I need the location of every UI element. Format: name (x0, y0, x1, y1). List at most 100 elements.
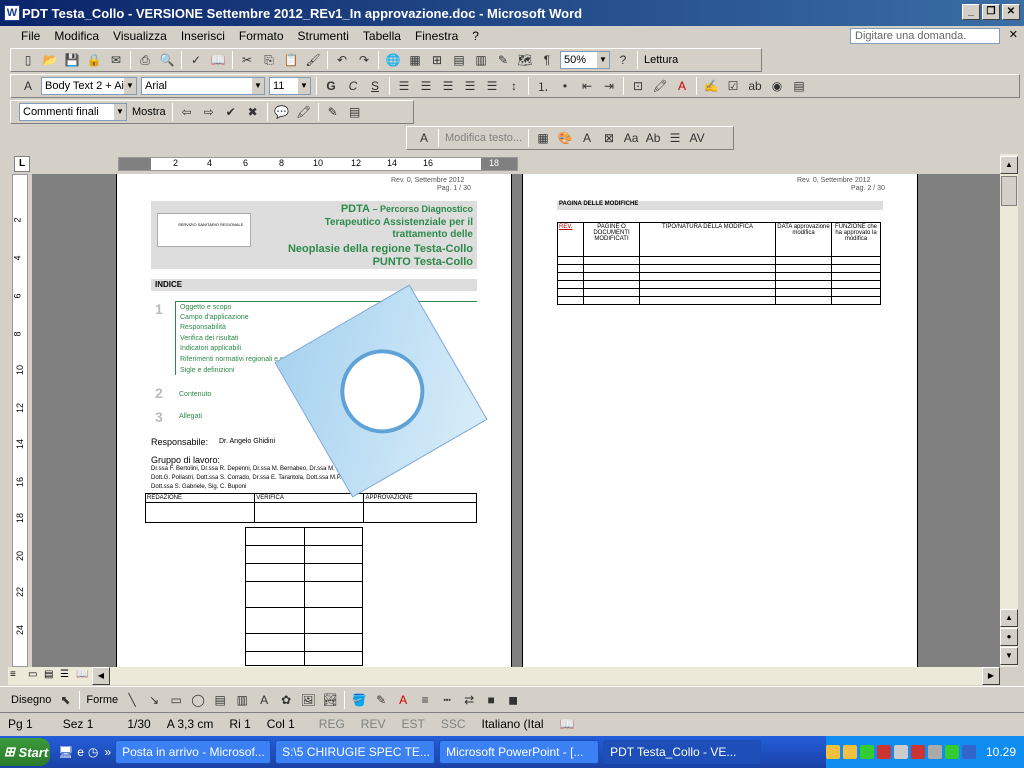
toc-item[interactable]: Oggetto e scopo (180, 304, 231, 311)
highlight-review-icon[interactable]: 🖍 (294, 102, 314, 122)
tray-volume-icon[interactable] (927, 745, 942, 759)
vertical-scrollbar[interactable]: ▲ ▲ ● ▼ (1000, 154, 1018, 667)
align-center-icon[interactable]: ☰ (416, 76, 436, 96)
autoshapes-menu[interactable]: Forme (86, 694, 118, 706)
close-button[interactable]: ✕ (1002, 4, 1020, 20)
tray-network-icon[interactable] (944, 745, 959, 759)
toc-item[interactable]: Indicatori applicabili (180, 345, 241, 352)
style-select[interactable]: Body Text 2 + Ai ▼ (41, 77, 137, 95)
char-spacing-icon[interactable]: AV (687, 128, 707, 148)
menu-finestra[interactable]: Finestra (408, 29, 465, 43)
toc-item[interactable]: Campo d'applicazione (180, 314, 249, 321)
menu-visualizza[interactable]: Visualizza (106, 29, 174, 43)
task-word[interactable]: PDT Testa_Collo - VE... (603, 740, 762, 764)
font-color-icon[interactable]: A (672, 76, 692, 96)
reading-layout-button[interactable]: Lettura (644, 54, 678, 66)
close-doc-icon[interactable]: ✕ (1009, 28, 1018, 41)
menu-help[interactable]: ? (465, 29, 486, 43)
scroll-left-button[interactable]: ◀ (92, 667, 110, 685)
diagram-icon[interactable]: ✿ (276, 690, 296, 710)
status-record[interactable]: REG (303, 717, 353, 731)
line-spacing-icon[interactable]: ↕ (504, 76, 524, 96)
font-select[interactable]: Arial ▼ (141, 77, 265, 95)
hyperlink-icon[interactable]: 🌐 (383, 50, 403, 70)
new-doc-icon[interactable]: ▯ (18, 50, 38, 70)
display-for-review-select[interactable]: Commenti finali ▼ (19, 103, 127, 121)
spelling-icon[interactable]: ✓ (186, 50, 206, 70)
decrease-indent-icon[interactable]: ⇤ (577, 76, 597, 96)
permission-icon[interactable]: 🔒 (84, 50, 104, 70)
print-icon[interactable]: ⎙ (135, 50, 155, 70)
show-hide-icon[interactable]: ¶ (537, 50, 557, 70)
previous-change-icon[interactable]: ⇦ (177, 102, 197, 122)
line-icon[interactable]: ╲ (122, 690, 142, 710)
scroll-thumb[interactable] (1001, 176, 1017, 206)
draw-menu[interactable]: Disegno (11, 694, 51, 706)
outline-view-icon[interactable]: ☰ (60, 669, 69, 680)
quicklaunch-desktop-icon[interactable]: 🖥 (58, 745, 73, 759)
toc-allegati[interactable]: Allegati (179, 413, 202, 420)
format-wordart-icon[interactable]: 🎨 (555, 128, 575, 148)
toc-item[interactable]: Verifica dei risultati (180, 335, 238, 342)
tray-clock-icon[interactable] (842, 745, 857, 759)
justify-icon[interactable]: ☰ (460, 76, 480, 96)
format-painter-icon[interactable]: 🖌 (303, 50, 323, 70)
save-icon[interactable]: 💾 (62, 50, 82, 70)
increase-indent-icon[interactable]: ⇥ (599, 76, 619, 96)
toc-item[interactable]: Sigle e definizioni (180, 367, 234, 374)
menu-modifica[interactable]: Modifica (47, 29, 106, 43)
bullets-icon[interactable]: • (555, 76, 575, 96)
textbox-icon[interactable]: ▤ (210, 690, 230, 710)
restore-button[interactable]: ❐ (982, 4, 1000, 20)
document-map-icon[interactable]: 🗺 (515, 50, 535, 70)
distributed-icon[interactable]: ☰ (482, 76, 502, 96)
browse-object-button[interactable]: ● (1000, 628, 1018, 646)
task-explorer[interactable]: S:\5 CHIRUGIE SPEC TE... (275, 740, 436, 764)
italic-button[interactable]: C (343, 76, 363, 96)
line-color-icon[interactable]: ✎ (371, 690, 391, 710)
align-right-icon[interactable]: ☰ (438, 76, 458, 96)
menu-formato[interactable]: Formato (232, 29, 291, 43)
wordart-insert-icon[interactable]: A (254, 690, 274, 710)
drawing-icon[interactable]: ✎ (493, 50, 513, 70)
horizontal-ruler[interactable]: 24 68 10 12 14 16 18 (118, 157, 518, 171)
picture-icon[interactable]: 🏞 (320, 690, 340, 710)
paste-icon[interactable]: 📋 (281, 50, 301, 70)
form-icon[interactable]: ✍ (701, 76, 721, 96)
tray-antivirus-icon[interactable] (876, 745, 891, 759)
status-overtype[interactable]: SSC (433, 717, 474, 731)
scroll-up-button[interactable]: ▲ (1000, 156, 1018, 174)
columns-icon[interactable]: ▥ (471, 50, 491, 70)
print-preview-icon[interactable]: 🔍 (157, 50, 177, 70)
edit-text-button[interactable]: Modifica testo... (445, 132, 522, 144)
3d-icon[interactable]: ◼ (503, 690, 523, 710)
select-objects-icon[interactable]: ⬉ (55, 690, 75, 710)
tray-clock[interactable]: 10.29 (986, 745, 1016, 759)
listbox-icon[interactable]: ▤ (789, 76, 809, 96)
menu-file[interactable]: File (14, 29, 47, 43)
numbering-icon[interactable]: ⒈ (533, 76, 553, 96)
toc-contenuto[interactable]: Contenuto (179, 391, 211, 398)
quicklaunch-more-icon[interactable]: » (104, 745, 111, 759)
insert-table-icon[interactable]: ⊞ (427, 50, 447, 70)
undo-icon[interactable]: ↶ (332, 50, 352, 70)
word-app-icon[interactable]: W (4, 5, 20, 21)
redo-icon[interactable]: ↷ (354, 50, 374, 70)
toc-item[interactable]: Responsabilità (180, 324, 226, 331)
bold-button[interactable]: G (321, 76, 341, 96)
highlight-icon[interactable]: 🖍 (650, 76, 670, 96)
horizontal-scrollbar[interactable]: ≡ ▭ ▤ ☰ 📖 ◀ ▶ (8, 667, 1000, 685)
tray-mail-icon[interactable] (825, 745, 840, 759)
underline-button[interactable]: S (365, 76, 385, 96)
option-button-icon[interactable]: ◉ (767, 76, 787, 96)
text-field-icon[interactable]: ab (745, 76, 765, 96)
align-left-icon[interactable]: ☰ (394, 76, 414, 96)
arrow-icon[interactable]: ↘ (144, 690, 164, 710)
minimize-button[interactable]: _ (962, 4, 980, 20)
accept-change-icon[interactable]: ✔ (221, 102, 241, 122)
quicklaunch-ie-icon[interactable]: e (77, 745, 84, 759)
status-track[interactable]: REV (353, 717, 394, 731)
menu-tabella[interactable]: Tabella (356, 29, 408, 43)
prev-page-button[interactable]: ▲ (1000, 609, 1018, 627)
vertical-ruler[interactable]: 24 68 10 12 14 16 18 20 22 24 (8, 174, 32, 667)
